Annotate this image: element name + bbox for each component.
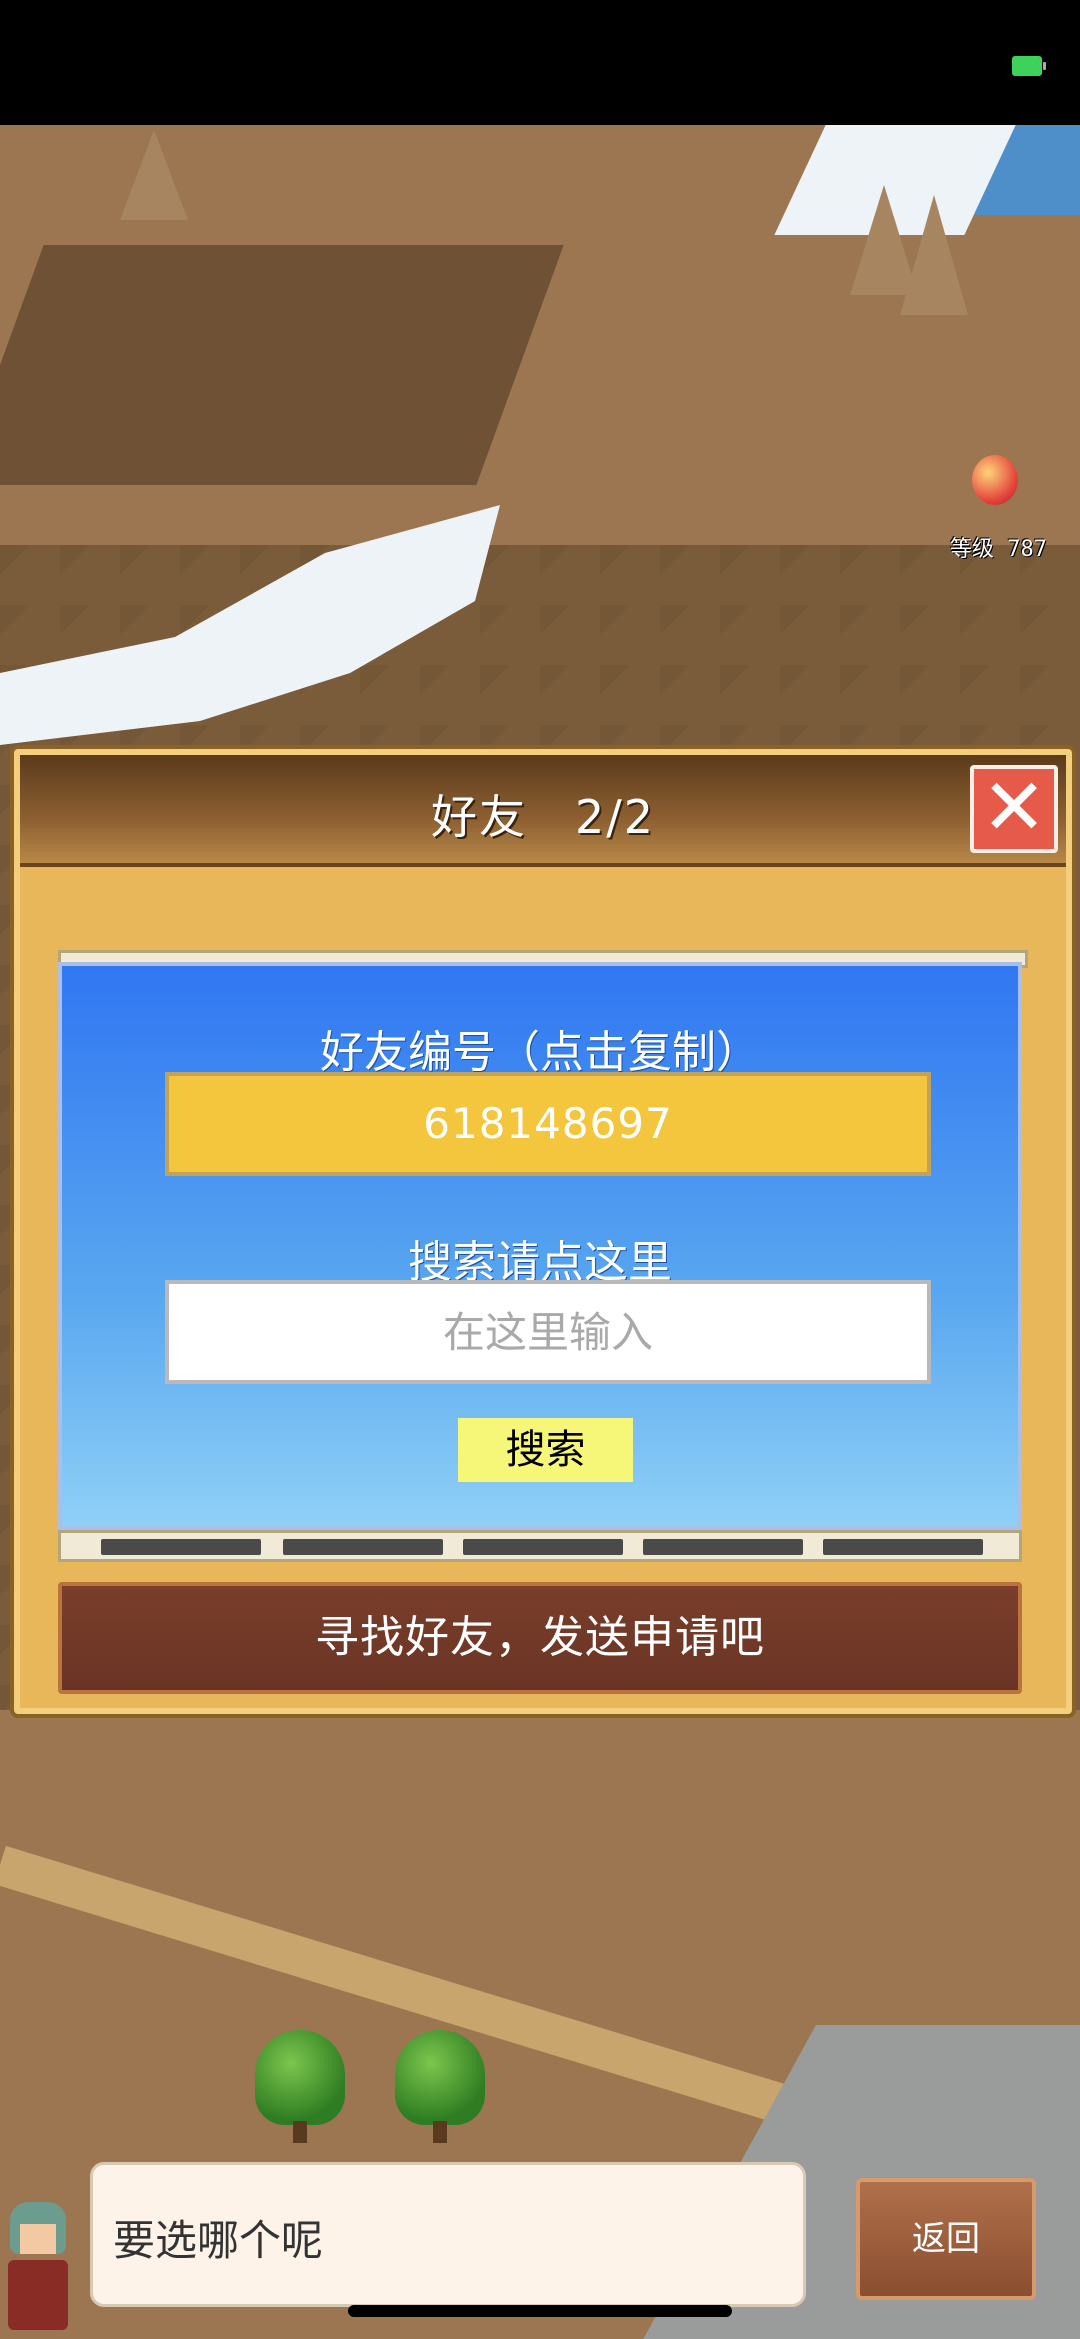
search-input[interactable] xyxy=(165,1280,931,1384)
avatar-body xyxy=(8,2260,68,2330)
speech-text: 要选哪个呢 xyxy=(113,2216,324,2265)
tray-slot xyxy=(643,1539,803,1555)
tray-slot xyxy=(823,1539,983,1555)
player-orb-icon xyxy=(972,455,1018,505)
avatar-face xyxy=(20,2224,56,2254)
back-button[interactable]: 返回 xyxy=(856,2178,1036,2300)
tray-slot xyxy=(463,1539,623,1555)
home-indicator[interactable] xyxy=(348,2305,732,2317)
search-button[interactable]: 搜索 xyxy=(458,1418,633,1482)
tray-slot xyxy=(283,1539,443,1555)
friend-search-panel: 好友编号（点击复制） 618148697 搜索请点这里 搜索 xyxy=(58,962,1022,1530)
terrain-dirt-dark xyxy=(0,245,564,485)
mountain xyxy=(120,130,188,220)
tree xyxy=(255,2030,345,2143)
tray-slot xyxy=(101,1539,261,1555)
mountain xyxy=(900,195,968,315)
status-bar xyxy=(0,0,1080,125)
dialog-header: 好友 2/2 ✕ xyxy=(20,755,1066,867)
close-button[interactable]: ✕ xyxy=(970,765,1058,853)
tray-bottom xyxy=(58,1530,1022,1562)
close-icon: ✕ xyxy=(981,763,1047,853)
tree xyxy=(395,2030,485,2143)
dialog-title: 好友 2/2 xyxy=(430,790,656,844)
player-level-badge[interactable]: 等级 787 xyxy=(950,455,1050,565)
level-label: 等级 787 xyxy=(950,537,1047,562)
friend-code-copy-button[interactable]: 618148697 xyxy=(165,1072,931,1176)
battery-icon xyxy=(1012,56,1046,76)
friend-code-label: 好友编号（点击复制） xyxy=(320,1027,760,1078)
speech-bubble: 要选哪个呢 xyxy=(90,2162,806,2307)
hint-bar: 寻找好友，发送申请吧 xyxy=(58,1582,1022,1694)
character-avatar xyxy=(0,2190,80,2330)
